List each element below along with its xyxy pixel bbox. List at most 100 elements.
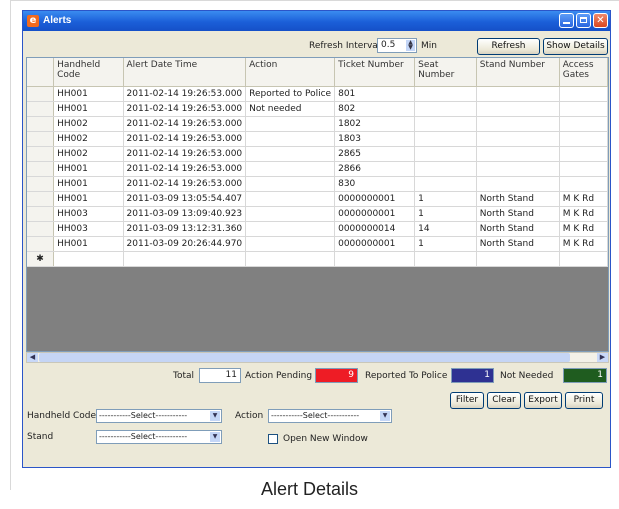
table-cell[interactable]: 2011-02-14 19:26:53.000 [123,161,247,177]
table-cell[interactable]: 14 [414,221,477,237]
export-button[interactable]: Export [524,392,562,409]
table-cell[interactable]: Reported to Police [245,86,336,102]
table-cell[interactable]: HH002 [53,131,124,147]
table-cell[interactable]: M K Rd [559,221,608,237]
row-header[interactable] [27,206,55,222]
handheld-code-select[interactable]: -----------Select----------- ▼ [96,409,222,423]
refresh-button[interactable]: Refresh [477,38,540,55]
clear-button[interactable]: Clear [487,392,521,409]
table-cell[interactable] [476,251,560,267]
row-header[interactable] [27,176,55,192]
column-header[interactable]: Alert Date Time [123,58,247,87]
close-icon[interactable]: ✕ [593,13,608,28]
table-cell[interactable] [476,86,560,102]
table-cell[interactable] [245,206,336,222]
table-cell[interactable] [476,116,560,132]
dropdown-arrow-icon[interactable]: ▼ [380,411,390,421]
table-cell[interactable]: HH001 [53,176,124,192]
row-header[interactable] [27,221,55,237]
row-header[interactable] [27,191,55,207]
column-header[interactable]: Access Gates [559,58,608,87]
table-cell[interactable] [414,251,477,267]
horizontal-scrollbar[interactable]: ◀ ▶ [26,352,609,363]
table-cell[interactable]: North Stand [476,236,560,252]
table-row[interactable]: HH001 2011-02-14 19:26:53.000 830 [27,176,608,192]
column-header[interactable]: Stand Number [476,58,560,87]
table-cell[interactable] [245,161,336,177]
table-cell[interactable] [245,146,336,162]
spin-arrows-icon[interactable]: ▲ ▼ [406,40,415,51]
table-cell[interactable] [559,176,608,192]
table-cell[interactable] [245,191,336,207]
table-cell[interactable]: M K Rd [559,191,608,207]
table-row[interactable]: HH001 2011-02-14 19:26:53.000 2866 [27,161,608,177]
table-cell[interactable] [245,131,336,147]
row-header[interactable] [27,101,55,117]
table-cell[interactable] [245,116,336,132]
table-cell[interactable] [414,146,477,162]
row-header[interactable] [27,131,55,147]
dropdown-arrow-icon[interactable]: ▼ [210,432,220,442]
table-cell[interactable] [559,116,608,132]
table-cell[interactable]: M K Rd [559,206,608,222]
table-cell[interactable]: 0000000001 [334,236,416,252]
scroll-left-icon[interactable]: ◀ [27,353,38,362]
table-cell[interactable]: 2011-02-14 19:26:53.000 [123,116,247,132]
column-header[interactable]: Seat Number [414,58,477,87]
table-cell[interactable] [476,146,560,162]
table-row[interactable]: HH002 2011-02-14 19:26:53.000 1802 [27,116,608,132]
table-cell[interactable]: Not needed [245,101,336,117]
stand-select[interactable]: -----------Select----------- ▼ [96,430,222,444]
table-cell[interactable] [476,101,560,117]
table-cell[interactable]: 2865 [334,146,416,162]
table-cell[interactable]: 2011-03-09 20:26:44.970 [123,236,247,252]
dropdown-arrow-icon[interactable]: ▼ [210,411,220,421]
table-cell[interactable]: 1803 [334,131,416,147]
table-cell[interactable] [476,131,560,147]
table-cell[interactable] [414,86,477,102]
table-cell[interactable]: North Stand [476,206,560,222]
table-cell[interactable] [245,221,336,237]
table-cell[interactable]: 0000000001 [334,206,416,222]
action-select[interactable]: -----------Select----------- ▼ [268,409,392,423]
table-row[interactable]: HH001 2011-02-14 19:26:53.000 Reported to … [27,86,608,102]
table-cell[interactable] [414,176,477,192]
table-cell[interactable] [414,131,477,147]
table-cell[interactable]: HH002 [53,116,124,132]
table-cell[interactable]: 1802 [334,116,416,132]
show-details-button[interactable]: Show Details [543,38,608,55]
table-cell[interactable] [414,101,477,117]
new-row[interactable]: ✱ [27,251,608,267]
table-cell[interactable]: 801 [334,86,416,102]
table-cell[interactable]: 0000000001 [334,191,416,207]
table-cell[interactable]: 0000000014 [334,221,416,237]
table-row[interactable]: HH002 2011-02-14 19:26:53.000 1803 [27,131,608,147]
table-cell[interactable] [559,101,608,117]
table-cell[interactable] [559,251,608,267]
table-cell[interactable]: 802 [334,101,416,117]
maximize-icon[interactable] [576,13,591,28]
table-cell[interactable]: North Stand [476,221,560,237]
table-cell[interactable] [559,146,608,162]
table-cell[interactable] [476,161,560,177]
table-cell[interactable] [123,251,247,267]
table-cell[interactable]: HH003 [53,221,124,237]
table-cell[interactable]: 2011-02-14 19:26:53.000 [123,146,247,162]
row-header[interactable] [27,161,55,177]
table-cell[interactable]: HH002 [53,146,124,162]
table-cell[interactable] [245,176,336,192]
table-cell[interactable]: HH001 [53,191,124,207]
table-cell[interactable] [559,161,608,177]
table-cell[interactable]: 1 [414,191,477,207]
scroll-thumb[interactable] [39,353,570,362]
column-header[interactable]: Action [245,58,336,87]
table-cell[interactable]: M K Rd [559,236,608,252]
row-header[interactable] [27,146,55,162]
print-button[interactable]: Print [565,392,603,409]
scroll-right-icon[interactable]: ▶ [597,353,608,362]
table-cell[interactable]: HH003 [53,206,124,222]
table-cell[interactable]: 2011-02-14 19:26:53.000 [123,86,247,102]
table-cell[interactable]: 1 [414,206,477,222]
table-cell[interactable]: 2011-03-09 13:05:54.407 [123,191,247,207]
table-cell[interactable]: 2011-03-09 13:12:31.360 [123,221,247,237]
